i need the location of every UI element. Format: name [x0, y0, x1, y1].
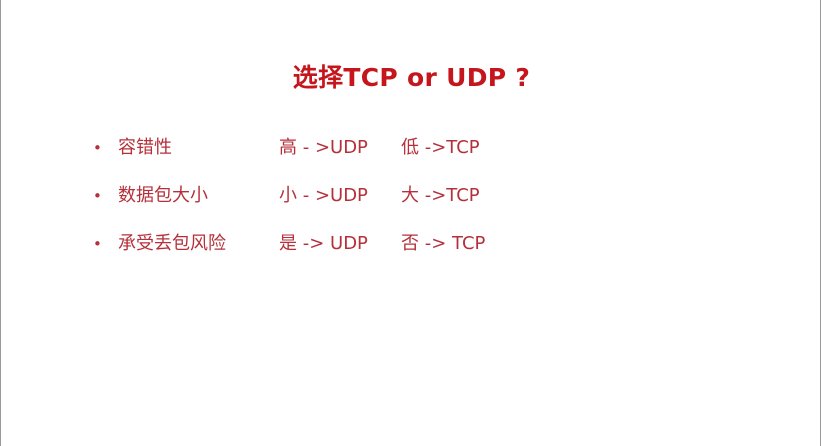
- list-item-tcp-option: 低 ->TCP: [401, 137, 480, 158]
- bullet-icon: •: [93, 187, 102, 205]
- list-item-tcp-option: 否 -> TCP: [401, 233, 486, 254]
- bullet-icon: •: [93, 235, 102, 253]
- list-item-label: 数据包大小: [118, 185, 208, 206]
- list-item-tcp-option: 大 ->TCP: [401, 185, 480, 206]
- list-item-label: 承受丢包风险: [118, 233, 226, 254]
- bullet-list: • 容错性 高 - >UDP 低 ->TCP • 数据包大小 小 - >UDP …: [93, 130, 613, 274]
- list-item-fault-tolerance: • 容错性 高 - >UDP 低 ->TCP: [93, 130, 613, 166]
- list-item-udp-option: 高 - >UDP: [279, 137, 368, 158]
- slide-title: 选择TCP or UDP ?: [292, 63, 531, 92]
- slide: 选择TCP or UDP ? • 容错性 高 - >UDP 低 ->TCP • …: [0, 0, 821, 446]
- bullet-icon: •: [93, 139, 102, 157]
- list-item-label: 容错性: [118, 137, 172, 158]
- list-item-udp-option: 小 - >UDP: [279, 185, 368, 206]
- list-item-packet-loss-risk: • 承受丢包风险 是 -> UDP 否 -> TCP: [93, 226, 613, 262]
- list-item-udp-option: 是 -> UDP: [279, 233, 368, 254]
- list-item-packet-size: • 数据包大小 小 - >UDP 大 ->TCP: [93, 178, 613, 214]
